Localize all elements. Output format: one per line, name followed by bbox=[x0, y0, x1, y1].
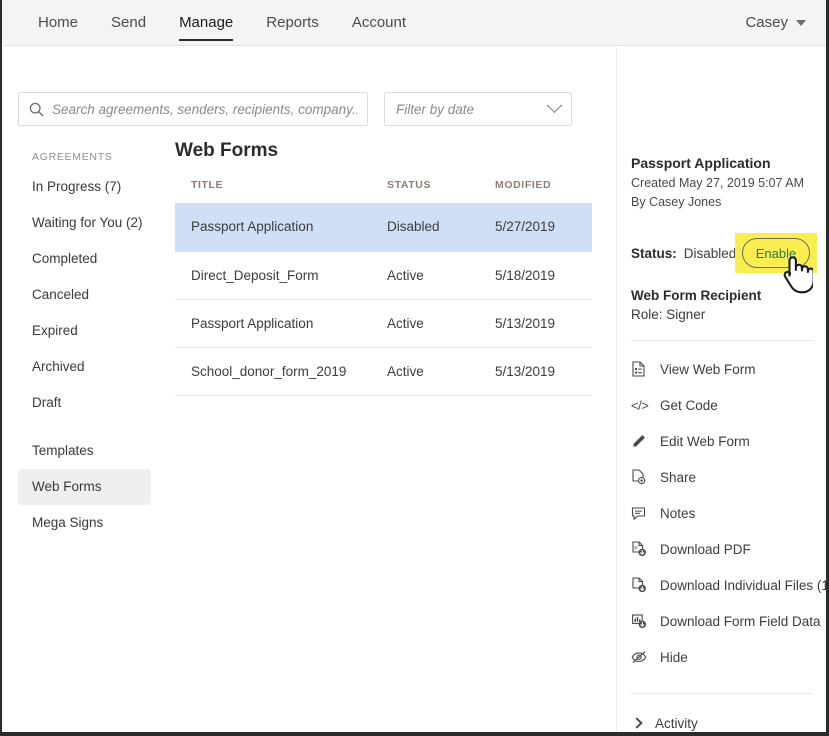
nav-items: Home Send Manage Reports Account bbox=[38, 0, 439, 46]
table-row[interactable]: Passport Application Disabled 5/27/2019 bbox=[175, 203, 592, 251]
action-notes[interactable]: Notes bbox=[631, 495, 812, 531]
action-label: Edit Web Form bbox=[660, 434, 750, 449]
app-window: Home Send Manage Reports Account Casey S… bbox=[0, 0, 829, 736]
document-list-icon bbox=[631, 361, 651, 377]
user-menu-label: Casey bbox=[745, 14, 788, 31]
sidebar-item-expired[interactable]: Expired bbox=[18, 313, 151, 349]
chevron-down-icon bbox=[547, 97, 563, 113]
cell-status: Active bbox=[387, 299, 495, 347]
note-icon bbox=[631, 506, 651, 521]
eye-off-icon bbox=[631, 650, 651, 664]
activity-label: Activity bbox=[655, 716, 698, 731]
action-label: Download Form Field Data bbox=[660, 614, 821, 629]
activity-section-toggle[interactable]: Activity bbox=[617, 704, 826, 736]
action-label: Hide bbox=[660, 650, 688, 665]
table-row[interactable]: School_donor_form_2019 Active 5/13/2019 bbox=[175, 347, 592, 395]
details-created: Created May 27, 2019 5:07 AM bbox=[631, 176, 812, 190]
page-title: Web Forms bbox=[175, 140, 592, 162]
sidebar-item-archived[interactable]: Archived bbox=[18, 349, 151, 385]
action-hide[interactable]: Hide bbox=[631, 639, 812, 675]
action-share[interactable]: Share bbox=[631, 459, 812, 495]
main-content: Web Forms TITLE STATUS MODIFIED Passport… bbox=[175, 140, 592, 396]
cell-title: Passport Application bbox=[175, 203, 387, 251]
nav-item-account[interactable]: Account bbox=[352, 0, 406, 46]
share-icon bbox=[631, 469, 651, 485]
web-forms-table: TITLE STATUS MODIFIED Passport Applicati… bbox=[175, 179, 592, 396]
sidebar-item-draft[interactable]: Draft bbox=[18, 385, 151, 421]
sidebar-section-agreements-header: AGREEMENTS bbox=[18, 145, 151, 169]
column-header-title[interactable]: TITLE bbox=[175, 179, 387, 203]
cell-modified: 5/18/2019 bbox=[495, 251, 592, 299]
cell-modified: 5/13/2019 bbox=[495, 347, 592, 395]
svg-text:P: P bbox=[634, 546, 638, 552]
column-header-modified[interactable]: MODIFIED bbox=[495, 179, 592, 203]
top-navigation-bar: Home Send Manage Reports Account Casey bbox=[2, 0, 826, 46]
download-pdf-icon: P bbox=[631, 541, 651, 557]
recipient-heading: Web Form Recipient bbox=[631, 288, 812, 303]
action-download-individual-files[interactable]: Download Individual Files (1) bbox=[631, 567, 812, 603]
filter-by-date-dropdown[interactable]: Filter by date bbox=[384, 92, 572, 126]
action-label: Share bbox=[660, 470, 696, 485]
status-row: Status: Disabled Enable bbox=[631, 233, 812, 273]
sidebar-item-completed[interactable]: Completed bbox=[18, 241, 151, 277]
search-box[interactable] bbox=[18, 92, 368, 126]
chevron-down-icon bbox=[796, 20, 806, 26]
sidebar-item-templates[interactable]: Templates bbox=[18, 433, 151, 469]
recipient-role: Role: Signer bbox=[631, 307, 812, 322]
details-author: By Casey Jones bbox=[631, 195, 812, 209]
nav-item-home[interactable]: Home bbox=[38, 0, 78, 46]
cell-modified: 5/13/2019 bbox=[495, 299, 592, 347]
details-header: Passport Application Created May 27, 201… bbox=[617, 155, 826, 341]
cell-modified: 5/27/2019 bbox=[495, 203, 592, 251]
table-row[interactable]: Direct_Deposit_Form Active 5/18/2019 bbox=[175, 251, 592, 299]
cell-title: Passport Application bbox=[175, 299, 387, 347]
cell-status: Active bbox=[387, 347, 495, 395]
cell-title: Direct_Deposit_Form bbox=[175, 251, 387, 299]
table-header-row: TITLE STATUS MODIFIED bbox=[175, 179, 592, 203]
sidebar-item-web-forms[interactable]: Web Forms bbox=[18, 469, 151, 505]
nav-item-send[interactable]: Send bbox=[111, 0, 146, 46]
sidebar-item-mega-signs[interactable]: Mega Signs bbox=[18, 505, 151, 541]
panel-divider-bottom bbox=[631, 693, 812, 694]
nav-item-reports[interactable]: Reports bbox=[266, 0, 319, 46]
filter-by-date-label: Filter by date bbox=[396, 102, 474, 117]
action-download-pdf[interactable]: P Download PDF bbox=[631, 531, 812, 567]
status-label: Status: bbox=[631, 246, 677, 261]
details-panel: Passport Application Created May 27, 201… bbox=[616, 47, 826, 732]
search-filter-bar: Filter by date bbox=[18, 92, 572, 126]
action-edit-web-form[interactable]: Edit Web Form bbox=[631, 423, 812, 459]
column-header-status[interactable]: STATUS bbox=[387, 179, 495, 203]
details-actions-list: View Web Form </> Get Code Edit Web Form bbox=[617, 341, 826, 694]
action-label: Download Individual Files (1) bbox=[660, 578, 829, 593]
chevron-right-icon bbox=[631, 717, 642, 728]
search-input[interactable] bbox=[52, 102, 357, 117]
user-menu[interactable]: Casey bbox=[745, 14, 806, 31]
action-label: Download PDF bbox=[660, 542, 751, 557]
action-label: Notes bbox=[660, 506, 695, 521]
download-files-icon bbox=[631, 577, 651, 593]
enable-button[interactable]: Enable bbox=[742, 238, 810, 268]
sidebar-item-canceled[interactable]: Canceled bbox=[18, 277, 151, 313]
table-row[interactable]: Passport Application Active 5/13/2019 bbox=[175, 299, 592, 347]
action-view-web-form[interactable]: View Web Form bbox=[631, 351, 812, 387]
sidebar-item-in-progress[interactable]: In Progress (7) bbox=[18, 169, 151, 205]
details-title: Passport Application bbox=[631, 155, 812, 171]
pencil-icon bbox=[631, 434, 651, 449]
code-icon: </> bbox=[631, 398, 651, 413]
nav-item-manage[interactable]: Manage bbox=[179, 0, 233, 46]
action-label: Get Code bbox=[660, 398, 718, 413]
sidebar: AGREEMENTS In Progress (7) Waiting for Y… bbox=[18, 145, 151, 541]
sidebar-item-waiting-for-you[interactable]: Waiting for You (2) bbox=[18, 205, 151, 241]
download-data-icon bbox=[631, 613, 651, 629]
cell-title: School_donor_form_2019 bbox=[175, 347, 387, 395]
cell-status: Active bbox=[387, 251, 495, 299]
action-get-code[interactable]: </> Get Code bbox=[631, 387, 812, 423]
cell-status: Disabled bbox=[387, 203, 495, 251]
status-value: Disabled bbox=[684, 246, 737, 261]
action-download-form-field-data[interactable]: Download Form Field Data bbox=[631, 603, 812, 639]
action-label: View Web Form bbox=[660, 362, 756, 377]
search-icon bbox=[29, 102, 44, 117]
sidebar-divider bbox=[18, 421, 151, 433]
